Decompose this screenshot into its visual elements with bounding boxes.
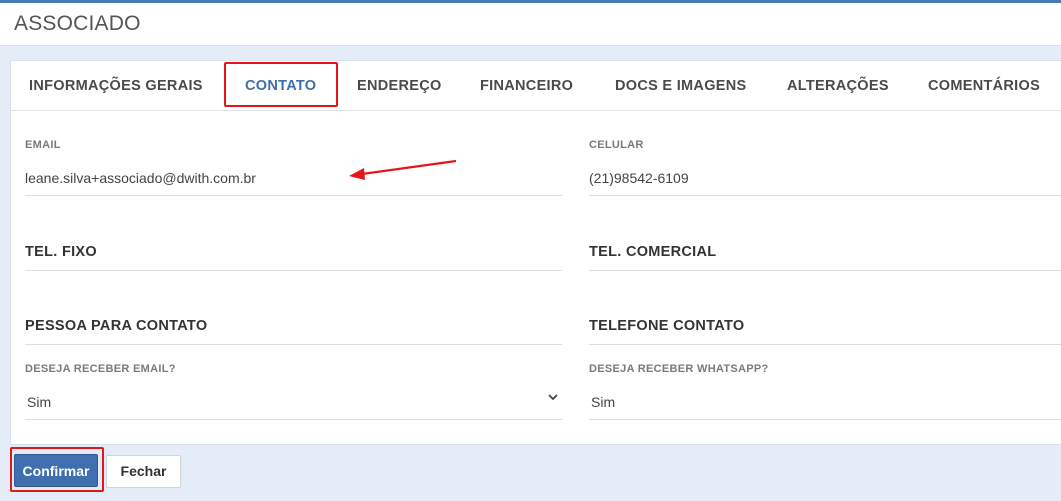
tab-endereco[interactable]: ENDEREÇO (357, 78, 442, 94)
receber-email-select[interactable]: Sim (25, 381, 562, 420)
receber-email-label: DESEJA RECEBER EMAIL? (25, 363, 176, 375)
chevron-down-icon (547, 390, 559, 406)
tel-comercial-label: TEL. COMERCIAL (589, 244, 717, 260)
tab-financeiro[interactable]: FINANCEIRO (480, 78, 573, 94)
pessoa-contato-field[interactable]: PESSOA PARA CONTATO (25, 295, 562, 345)
page-title: ASSOCIADO (14, 12, 141, 35)
tab-docs-e-imagens[interactable]: DOCS E IMAGENS (615, 78, 747, 94)
receber-whatsapp-select[interactable]: Sim (589, 381, 1061, 420)
page-header: ASSOCIADO (0, 3, 1061, 46)
tab-bar: INFORMAÇÕES GERAIS CONTATO ENDEREÇO FINA… (11, 61, 1061, 111)
receber-whatsapp-value: Sim (591, 394, 616, 410)
pessoa-contato-label: PESSOA PARA CONTATO (25, 318, 208, 334)
tel-fixo-label: TEL. FIXO (25, 244, 97, 260)
close-button[interactable]: Fechar (106, 455, 181, 488)
celular-value: (21)98542-6109 (589, 170, 689, 186)
email-field[interactable]: leane.silva+associado@dwith.com.br (25, 157, 562, 196)
tel-comercial-field[interactable]: TEL. COMERCIAL (589, 221, 1061, 271)
telefone-contato-field[interactable]: TELEFONE CONTATO (589, 295, 1061, 345)
celular-field[interactable]: (21)98542-6109 (589, 157, 1061, 196)
form-card: INFORMAÇÕES GERAIS CONTATO ENDEREÇO FINA… (10, 60, 1061, 445)
receber-whatsapp-label: DESEJA RECEBER WHATSAPP? (589, 363, 769, 375)
celular-label: CELULAR (589, 139, 644, 151)
receber-email-value: Sim (27, 394, 52, 410)
active-tab-highlight-box (224, 62, 338, 107)
tab-alteracoes[interactable]: ALTERAÇÕES (787, 78, 889, 94)
email-value: leane.silva+associado@dwith.com.br (25, 170, 256, 186)
tab-informacoes-gerais[interactable]: INFORMAÇÕES GERAIS (29, 78, 203, 94)
tel-fixo-field[interactable]: TEL. FIXO (25, 221, 562, 271)
confirm-button-highlight-box (10, 447, 104, 492)
email-label: EMAIL (25, 139, 61, 151)
tab-comentarios[interactable]: COMENTÁRIOS (928, 78, 1040, 94)
telefone-contato-label: TELEFONE CONTATO (589, 318, 745, 334)
